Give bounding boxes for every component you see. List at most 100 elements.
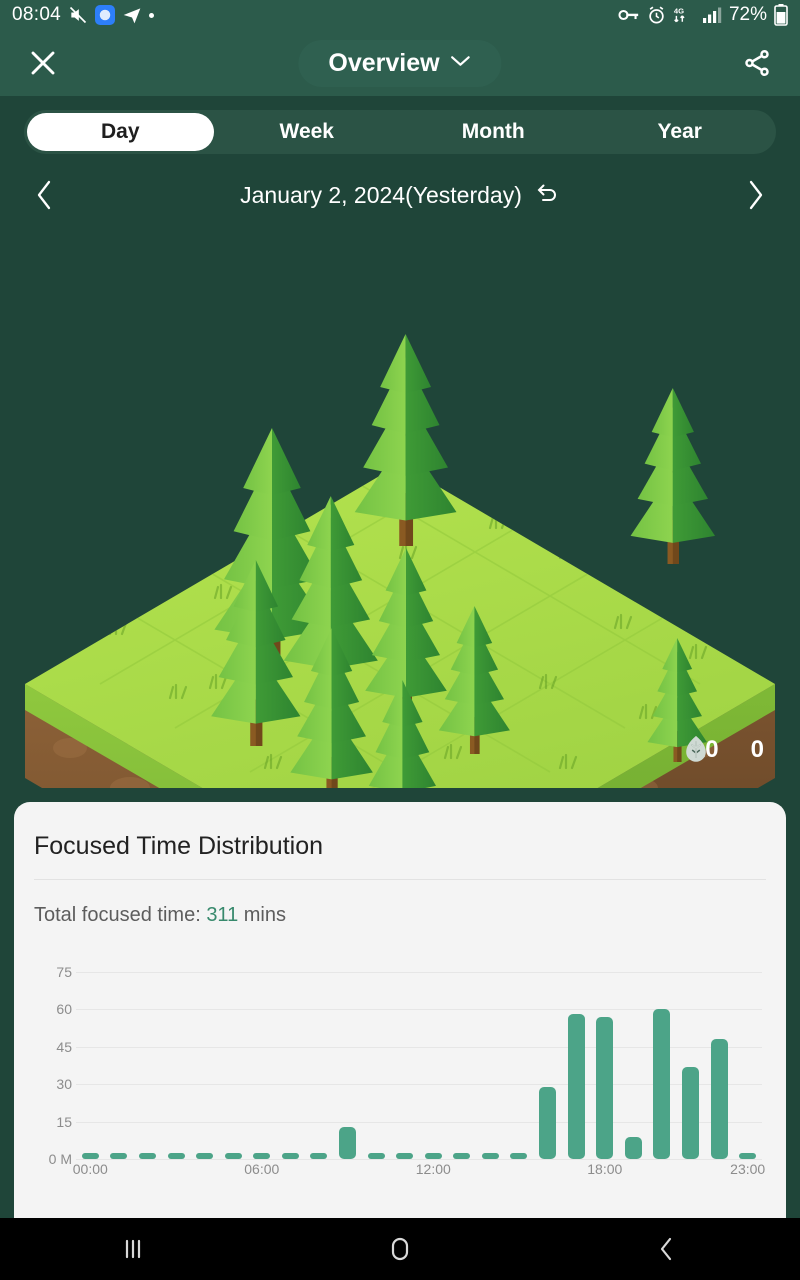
chart-bar[interactable] bbox=[539, 1086, 557, 1159]
chart-bar[interactable] bbox=[110, 1153, 128, 1159]
chart-bar[interactable] bbox=[167, 1153, 185, 1159]
chart-bar[interactable] bbox=[367, 1153, 385, 1159]
chart-bar-cell[interactable] bbox=[648, 959, 677, 1159]
focused-time-chart: 0 M 15 30 45 60 75 00:00 06:00 12:00 18:00 23:00 bbox=[32, 949, 768, 1199]
chart-bar[interactable] bbox=[653, 1009, 671, 1159]
chart-bar-cell[interactable] bbox=[505, 959, 534, 1159]
chart-bar[interactable] bbox=[710, 1039, 728, 1159]
chart-y-tick-label: 15 bbox=[56, 1113, 72, 1130]
chart-bar-cell[interactable] bbox=[676, 959, 705, 1159]
chart-bar[interactable] bbox=[396, 1153, 414, 1159]
status-bar-clock: 08:04 bbox=[12, 4, 62, 25]
chart-bar-cell[interactable] bbox=[476, 959, 505, 1159]
tab-month[interactable]: Month bbox=[400, 113, 587, 151]
status-bar: 08:04 4G 72% bbox=[0, 0, 800, 30]
page-title: Overview bbox=[328, 48, 440, 77]
tab-year[interactable]: Year bbox=[587, 113, 774, 151]
chart-bar[interactable] bbox=[310, 1153, 328, 1159]
chart-bar[interactable] bbox=[338, 1126, 356, 1159]
chart-plot-area bbox=[76, 959, 762, 1160]
chart-bar[interactable] bbox=[481, 1153, 499, 1159]
focused-time-card: Focused Time Distribution Total focused … bbox=[14, 802, 786, 1232]
next-day-button[interactable] bbox=[734, 173, 778, 217]
chart-bar-cell[interactable] bbox=[733, 959, 762, 1159]
mute-icon bbox=[68, 5, 88, 25]
chart-bar-cell[interactable] bbox=[133, 959, 162, 1159]
chart-bar-cell[interactable] bbox=[390, 959, 419, 1159]
chevron-down-icon bbox=[450, 54, 472, 73]
tab-day[interactable]: Day bbox=[27, 113, 214, 151]
telegram-icon bbox=[122, 5, 142, 25]
previous-day-button[interactable] bbox=[22, 173, 66, 217]
chart-x-tick-label: 06:00 bbox=[244, 1161, 280, 1177]
chart-y-tick-label: 75 bbox=[56, 963, 72, 980]
chart-bar[interactable] bbox=[739, 1153, 757, 1159]
chart-bar[interactable] bbox=[224, 1153, 242, 1159]
chart-bar-cell[interactable] bbox=[619, 959, 648, 1159]
chart-y-tick-label: 0 M bbox=[48, 1151, 72, 1167]
chart-bar-cell[interactable] bbox=[76, 959, 105, 1159]
period-tabs: Day Week Month Year bbox=[24, 110, 776, 154]
close-button[interactable] bbox=[22, 42, 64, 84]
chart-bar[interactable] bbox=[510, 1153, 528, 1159]
chart-y-tick-label: 60 bbox=[56, 1001, 72, 1017]
total-focused-time: Total focused time: 311 mins bbox=[14, 880, 786, 927]
chart-bar-cell[interactable] bbox=[333, 959, 362, 1159]
withered-tree-count: 0 bbox=[750, 736, 764, 763]
battery-icon bbox=[774, 4, 788, 26]
android-nav-bar bbox=[0, 1218, 800, 1280]
date-label: January 2, 2024(Yesterday) bbox=[240, 181, 522, 208]
chart-x-tick-label: 00:00 bbox=[72, 1161, 108, 1177]
forest-scene: 10 0 bbox=[0, 228, 800, 788]
chart-bar-cell[interactable] bbox=[276, 959, 305, 1159]
chart-bar-cell[interactable] bbox=[247, 959, 276, 1159]
chart-bar-cell[interactable] bbox=[362, 959, 391, 1159]
tab-week[interactable]: Week bbox=[214, 113, 401, 151]
back-button[interactable] bbox=[622, 1224, 712, 1274]
battery-percent-label: 72% bbox=[728, 4, 767, 25]
chart-bar-cell[interactable] bbox=[705, 959, 734, 1159]
chart-bar[interactable] bbox=[281, 1153, 299, 1159]
signal-bars-icon bbox=[702, 6, 722, 24]
share-button[interactable] bbox=[736, 42, 778, 84]
chart-bar[interactable] bbox=[567, 1014, 585, 1159]
period-tabs-container: Day Week Month Year bbox=[0, 96, 800, 162]
chart-bar[interactable] bbox=[253, 1153, 271, 1159]
chart-bar-cell[interactable] bbox=[562, 959, 591, 1159]
forest-illustration bbox=[0, 228, 800, 788]
svg-text:4G: 4G bbox=[674, 6, 684, 15]
chart-bar-cell[interactable] bbox=[190, 959, 219, 1159]
4g-data-icon: 4G bbox=[673, 5, 695, 25]
chart-bar[interactable] bbox=[196, 1153, 214, 1159]
chart-bar[interactable] bbox=[138, 1153, 156, 1159]
alarm-icon bbox=[647, 5, 666, 25]
chart-x-tick-label: 18:00 bbox=[587, 1161, 623, 1177]
chart-bar[interactable] bbox=[453, 1153, 471, 1159]
vpn-key-icon bbox=[618, 7, 640, 23]
date-navigator: January 2, 2024(Yesterday) bbox=[0, 162, 800, 228]
status-bar-left: 08:04 bbox=[12, 4, 618, 26]
date-display[interactable]: January 2, 2024(Yesterday) bbox=[240, 181, 560, 210]
chart-bar-cell[interactable] bbox=[162, 959, 191, 1159]
chart-bar-cell[interactable] bbox=[105, 959, 134, 1159]
chart-bar-cell[interactable] bbox=[305, 959, 334, 1159]
chart-y-tick-label: 45 bbox=[56, 1038, 72, 1055]
home-button[interactable] bbox=[355, 1224, 445, 1274]
chart-x-tick-label: 23:00 bbox=[730, 1161, 766, 1177]
chart-bar-cell[interactable] bbox=[448, 959, 477, 1159]
chart-bar[interactable] bbox=[681, 1066, 699, 1159]
undo-icon[interactable] bbox=[534, 181, 560, 210]
chart-y-tick-label: 30 bbox=[56, 1076, 72, 1092]
chart-bar-cell[interactable] bbox=[419, 959, 448, 1159]
chart-bar[interactable] bbox=[81, 1153, 99, 1159]
chart-bar[interactable] bbox=[624, 1136, 642, 1159]
overview-dropdown-button[interactable]: Overview bbox=[298, 39, 502, 87]
withered-tree-counter: 0 bbox=[686, 736, 764, 764]
recents-button[interactable] bbox=[88, 1224, 178, 1274]
chart-bar[interactable] bbox=[424, 1153, 442, 1159]
chart-bar[interactable] bbox=[596, 1016, 614, 1159]
chart-bar-cell[interactable] bbox=[590, 959, 619, 1159]
chart-bar-cell[interactable] bbox=[219, 959, 248, 1159]
chart-bar-cell[interactable] bbox=[533, 959, 562, 1159]
chart-x-axis: 00:00 06:00 12:00 18:00 23:00 bbox=[72, 1161, 766, 1185]
